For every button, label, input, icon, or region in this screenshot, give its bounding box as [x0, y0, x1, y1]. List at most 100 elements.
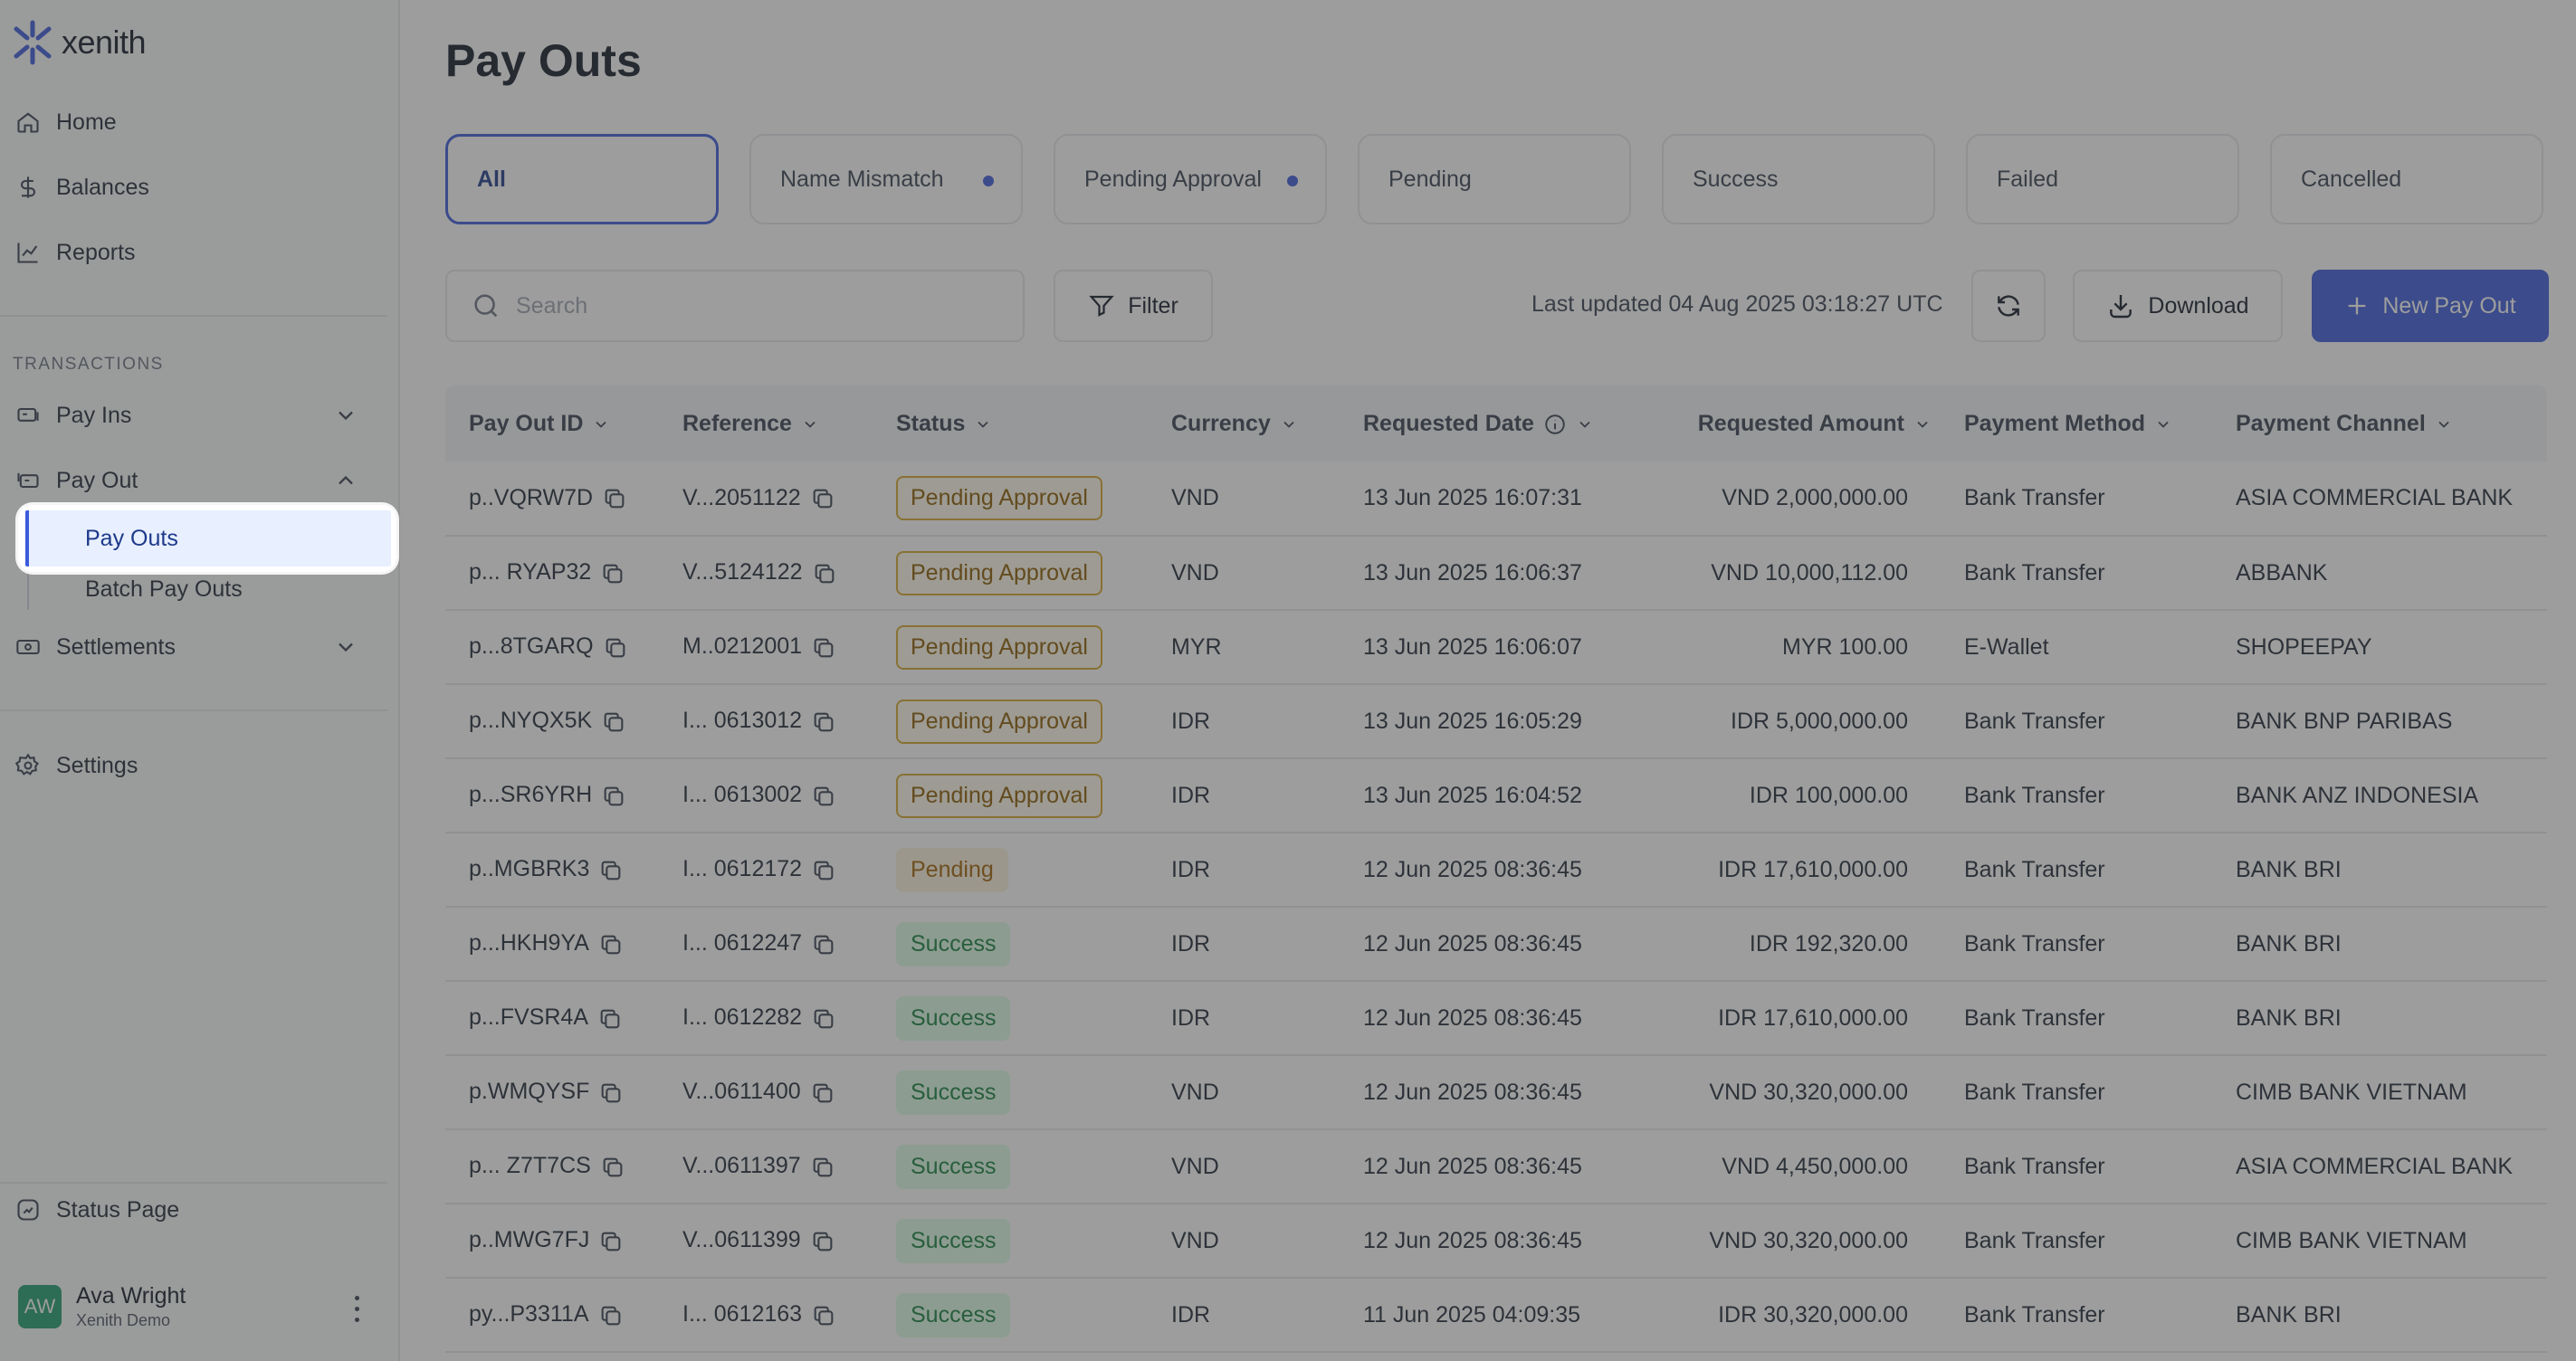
table-row[interactable]: p...HKH9YA I... 0612247 Success IDR 12 Jun 2… — [445, 907, 2547, 981]
pay-out-id[interactable]: p...NYQX5K — [469, 708, 592, 733]
column-header-pay-out-id[interactable]: Pay Out ID — [445, 385, 659, 462]
table-row[interactable]: p..MGBRK3 I... 0612172 Pending IDR 12 Jun 20… — [445, 833, 2547, 907]
tab-success[interactable]: Success — [1662, 134, 1935, 224]
status-page-icon — [14, 1196, 42, 1223]
table-row[interactable]: p... RYAP32 V...5124122 Pending Approval VN… — [445, 536, 2547, 610]
table-row[interactable]: p...SR6YRH I... 0613002 Pending Approval ID… — [445, 758, 2547, 833]
column-header-reference[interactable]: Reference — [659, 385, 873, 462]
pay-out-id[interactable]: p...SR6YRH — [469, 782, 592, 807]
cell-requested-date: 12 Jun 2025 08:36:45 — [1363, 930, 1582, 957]
dollar-icon — [14, 174, 42, 201]
sidebar-item-label: Pay Ins — [56, 402, 132, 428]
user-org: Xenith Demo — [76, 1311, 171, 1329]
status-badge: Pending Approval — [896, 550, 1102, 595]
chevron-down-icon[interactable] — [333, 403, 358, 428]
copy-icon[interactable] — [810, 1229, 835, 1254]
copy-icon[interactable] — [598, 932, 624, 957]
cell-reference: I... 0613012 — [659, 684, 873, 758]
copy-icon[interactable] — [810, 1155, 835, 1180]
copy-icon[interactable] — [810, 1080, 835, 1106]
cell-pay-out-id: p...HKH9YA — [445, 907, 659, 981]
table-row[interactable]: p..MWG7FJ V...0611399 Success VND 12 Jun 202… — [445, 1204, 2547, 1278]
refresh-button[interactable] — [1971, 270, 2046, 342]
pay-out-id[interactable]: p... RYAP32 — [469, 559, 591, 585]
table-row[interactable]: p.WMQYSF V...0611400 Success VND 12 Jun 2025… — [445, 1055, 2547, 1129]
copy-icon[interactable] — [811, 932, 836, 957]
sidebar-item-pay-ins[interactable]: Pay Ins — [13, 390, 386, 441]
copy-icon[interactable] — [811, 1006, 836, 1032]
chevron-down-icon — [2158, 421, 2169, 428]
pay-out-id[interactable]: p...FVSR4A — [469, 1004, 588, 1030]
pay-out-id[interactable]: p..MWG7FJ — [469, 1227, 589, 1252]
copy-icon[interactable] — [597, 1006, 623, 1032]
logo[interactable]: xenith — [13, 20, 147, 65]
column-header-payment-channel[interactable]: Payment Channel — [2212, 385, 2547, 462]
copy-icon[interactable] — [810, 486, 835, 511]
filter-button[interactable]: Filter — [1054, 270, 1213, 342]
table-row[interactable]: p...NYQX5K I... 0613012 Pending Approval ID… — [445, 684, 2547, 758]
column-header-requested-amount[interactable]: Requested Amount — [1642, 385, 1941, 462]
pay-out-id[interactable]: p..MGBRK3 — [469, 856, 589, 881]
copy-icon[interactable] — [811, 635, 836, 661]
copy-icon[interactable] — [811, 1303, 836, 1328]
chevron-up-icon[interactable] — [333, 468, 358, 493]
column-header-status[interactable]: Status — [873, 385, 1148, 462]
tab-cancelled[interactable]: Cancelled — [2270, 134, 2543, 224]
pay-out-id[interactable]: p...HKH9YA — [469, 930, 589, 956]
download-button[interactable]: Download — [2073, 270, 2283, 342]
table-row[interactable]: p...FVSR4A I... 0612282 Success IDR 12 Jun 2… — [445, 981, 2547, 1055]
copy-icon[interactable] — [598, 1303, 624, 1328]
sidebar-item-status-page[interactable]: Status Page — [13, 1185, 386, 1235]
table-row[interactable]: p... Z7T7CS V...0611397 Success VND 12 Jun 2… — [445, 1129, 2547, 1204]
copy-icon[interactable] — [598, 1080, 624, 1106]
tab-pending-approval[interactable]: Pending Approval — [1054, 134, 1327, 224]
plus-icon — [2349, 297, 2366, 315]
sidebar-item-settings[interactable]: Settings — [13, 740, 386, 791]
sidebar-item-balances[interactable]: Balances — [13, 162, 386, 213]
search-box[interactable] — [445, 270, 1025, 342]
info-icon[interactable] — [1543, 413, 1567, 436]
copy-icon[interactable] — [811, 784, 836, 809]
copy-icon[interactable] — [812, 561, 837, 586]
copy-icon[interactable] — [811, 709, 836, 735]
pay-out-id[interactable]: p... Z7T7CS — [469, 1153, 591, 1178]
copy-icon[interactable] — [603, 635, 628, 661]
sidebar-item-home[interactable]: Home — [13, 97, 386, 148]
pay-out-id[interactable]: p...8TGARQ — [469, 633, 594, 659]
column-header-requested-date[interactable]: Requested Date — [1340, 385, 1642, 462]
cell-payment-channel: BANK BRI — [2236, 856, 2342, 882]
tab-pending[interactable]: Pending — [1358, 134, 1631, 224]
spotlight-pay-outs[interactable]: Pay Outs — [18, 505, 396, 572]
cell-pay-out-id: p..MWG7FJ — [445, 1204, 659, 1278]
pay-out-id[interactable]: p.WMQYSF — [469, 1079, 589, 1104]
table-row[interactable]: p...8TGARQ M..0212001 Pending Approval MYR 1… — [445, 610, 2547, 684]
column-label: Requested Date — [1363, 410, 1534, 436]
cell-payment-method: Bank Transfer — [1964, 1153, 2105, 1179]
new-pay-out-button[interactable]: New Pay Out — [2312, 270, 2549, 342]
pay-out-id[interactable]: p..VQRW7D — [469, 485, 593, 510]
sidebar-item-reports[interactable]: Reports — [13, 227, 386, 278]
user-profile[interactable]: AW Ava Wright Xenith Demo — [18, 1283, 186, 1330]
sidebar-item-settlements[interactable]: Settlements — [13, 622, 386, 672]
sidebar-item-label: Reports — [56, 239, 136, 265]
table-row[interactable]: py...P3311A I... 0612163 Success IDR 11 Jun … — [445, 1278, 2547, 1352]
column-header-currency[interactable]: Currency — [1148, 385, 1340, 462]
search-input[interactable] — [516, 292, 1023, 319]
copy-icon[interactable] — [601, 709, 626, 735]
copy-icon[interactable] — [601, 784, 626, 809]
table-row[interactable]: p..VQRW7D V...2051122 Pending Approval VND 1… — [445, 462, 2547, 536]
copy-icon[interactable] — [598, 1229, 624, 1254]
tab-all[interactable]: All — [445, 134, 719, 224]
copy-icon[interactable] — [602, 486, 627, 511]
chevron-down-icon[interactable] — [333, 634, 358, 660]
copy-icon[interactable] — [811, 858, 836, 883]
more-options-icon[interactable] — [348, 1292, 366, 1325]
copy-icon[interactable] — [598, 858, 624, 883]
column-header-payment-method[interactable]: Payment Method — [1941, 385, 2212, 462]
pay-out-id[interactable]: py...P3311A — [469, 1301, 589, 1327]
tab-name-mismatch[interactable]: Name Mismatch — [749, 134, 1023, 224]
sidebar-item-pay-out[interactable]: Pay Out — [13, 455, 386, 506]
tab-failed[interactable]: Failed — [1966, 134, 2239, 224]
copy-icon[interactable] — [600, 1155, 625, 1180]
copy-icon[interactable] — [600, 561, 625, 586]
